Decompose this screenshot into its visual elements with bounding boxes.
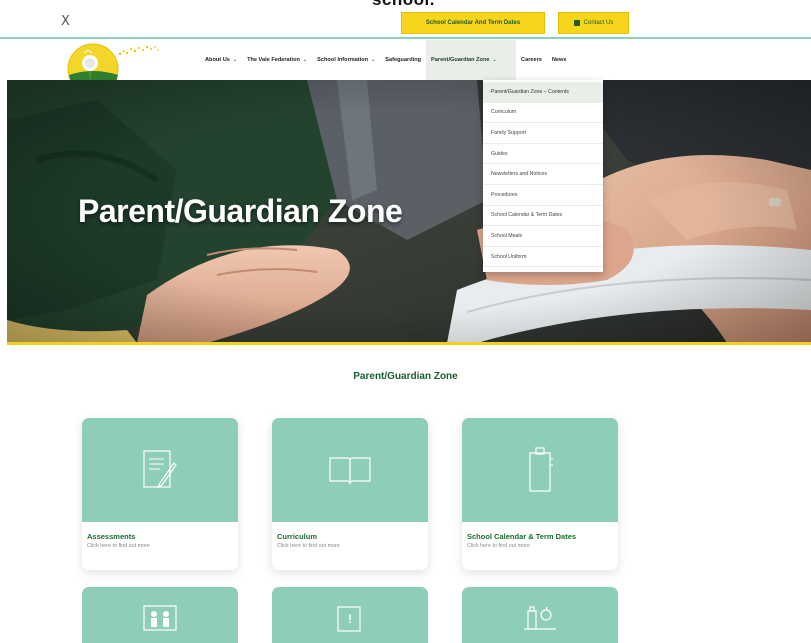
card-title: Curriculum — [277, 532, 318, 541]
nav-item-label: News — [551, 57, 567, 63]
dropdown-item-family-support[interactable]: Family Support — [483, 123, 603, 144]
nav-item-news[interactable]: News — [547, 40, 572, 80]
card-meals[interactable] — [462, 587, 618, 643]
nav-item-safeguarding[interactable]: Safeguarding — [380, 40, 426, 80]
card-subtitle: Click here to find out more — [277, 543, 340, 549]
dropdown-item-school-meals[interactable]: School Meals — [483, 226, 603, 247]
contact-us-button[interactable]: Contact Us — [558, 12, 629, 34]
nav-item-vale-federation[interactable]: The Vale Federation ⌄ — [242, 40, 312, 80]
chevron-down-icon: ⌄ — [371, 57, 376, 63]
nav-item-label: The Vale Federation — [247, 57, 300, 63]
header-divider — [0, 37, 811, 39]
main-nav: About Us ⌄ The Vale Federation ⌄ School … — [200, 40, 572, 80]
notice-board-icon: ! — [337, 606, 361, 632]
card-subtitle: Click here to find out more — [467, 543, 530, 549]
nav-item-school-information[interactable]: School Information ⌄ — [312, 40, 380, 80]
nav-item-label: About Us — [205, 57, 230, 63]
card-family[interactable] — [82, 587, 238, 643]
nav-item-careers[interactable]: Careers — [516, 40, 547, 80]
dropdown-item-guides[interactable]: Guides — [483, 144, 603, 165]
dropdown-item-procedures[interactable]: Procedures — [483, 185, 603, 206]
card-image — [82, 418, 238, 522]
family-icon — [143, 605, 177, 631]
dropdown-item-school-uniform[interactable]: School Uniform — [483, 247, 603, 268]
dropdown-item-curriculum[interactable]: Curriculum — [483, 103, 603, 124]
chevron-down-icon: ⌄ — [302, 57, 308, 63]
hero-accent-line — [7, 342, 811, 345]
open-book-icon — [329, 457, 371, 485]
notepad-pencil-icon — [143, 450, 177, 489]
top-cut-text: school. — [372, 0, 435, 10]
close-icon[interactable]: X — [61, 14, 70, 29]
svg-text:!: ! — [348, 612, 352, 626]
parent-zone-dropdown-menu: Parent/Guardian Zone – Contents Curricul… — [483, 80, 603, 272]
school-calendar-button[interactable]: School Calendar And Term Dates — [401, 12, 545, 34]
card-curriculum[interactable]: Curriculum Click here to find out more — [272, 418, 428, 570]
nav-item-label: Parent/Guardian Zone — [431, 57, 490, 63]
top-cut-text-strip: school. — [0, 0, 811, 10]
nav-item-label: Safeguarding — [385, 57, 422, 63]
card-assessments[interactable]: Assessments Click here to find out more — [82, 418, 238, 570]
chevron-down-icon: ⌄ — [492, 57, 497, 63]
dropdown-item-newsletters[interactable]: Newsletters and Notices — [483, 164, 603, 185]
contact-us-button-label: Contact Us — [583, 20, 614, 26]
card-title: Assessments — [87, 532, 136, 541]
lunch-icon — [524, 606, 556, 630]
nav-item-label: School Information — [317, 57, 369, 63]
card-notice[interactable]: ! — [272, 587, 428, 643]
dropdown-item-contents[interactable]: Parent/Guardian Zone – Contents — [483, 82, 603, 103]
school-calendar-button-label: School Calendar And Term Dates — [425, 20, 521, 26]
card-title: School Calendar & Term Dates — [467, 532, 577, 541]
card-image — [272, 418, 428, 522]
phone-icon — [573, 20, 580, 26]
dropdown-item-calendar[interactable]: School Calendar & Term Dates — [483, 206, 603, 227]
section-title: Parent/Guardian Zone — [353, 371, 458, 382]
card-subtitle: Click here to find out more — [87, 543, 150, 549]
chevron-down-icon: ⌄ — [232, 57, 238, 63]
logo-seed-dots — [118, 45, 159, 56]
nav-item-label: Careers — [521, 57, 542, 63]
calendar-icon — [529, 447, 553, 492]
hero-title: Parent/Guardian Zone — [78, 193, 403, 229]
nav-item-parent-guardian-zone[interactable]: Parent/Guardian Zone ⌄ — [426, 40, 517, 80]
card-image — [462, 418, 618, 522]
nav-item-about-us[interactable]: About Us ⌄ — [200, 40, 242, 80]
card-school-calendar[interactable]: School Calendar & Term Dates Click here … — [462, 418, 618, 570]
